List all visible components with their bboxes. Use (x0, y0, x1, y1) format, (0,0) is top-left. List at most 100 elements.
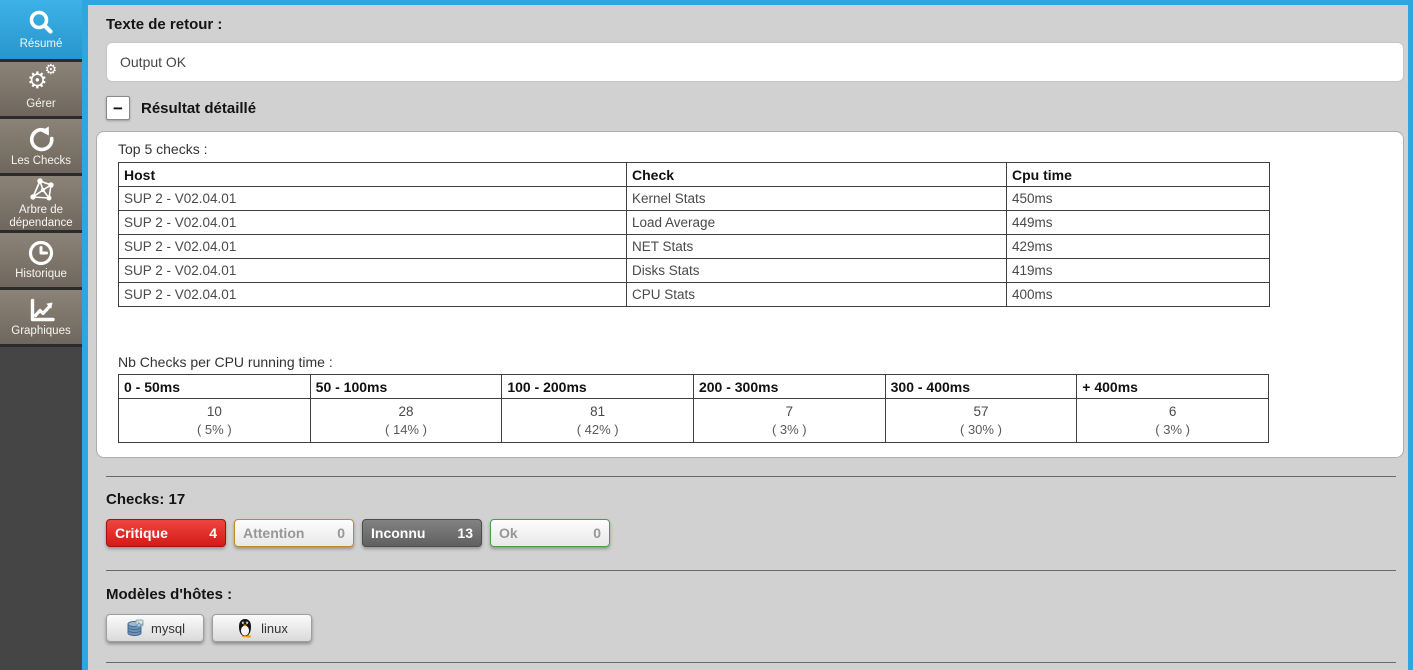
minus-icon: − (113, 100, 123, 117)
sidebar-item-graphiques[interactable]: Graphiques (0, 290, 82, 347)
sidebar-item-label: Arbre de dépendance (0, 204, 82, 230)
separator (106, 476, 1396, 477)
main-content: Texte de retour : − Résultat détaillé To… (88, 5, 1408, 670)
check-percent: ( 3% ) (1082, 422, 1263, 437)
cell-count-percent: 7 ( 3% ) (693, 399, 885, 443)
cell-cpu-time: 450ms (1007, 187, 1270, 211)
check-count: 57 (891, 404, 1072, 419)
check-count: 7 (699, 404, 880, 419)
status-badges: Critique 4 Attention 0 Inconnu 13 Ok 0 (106, 519, 610, 547)
badge-ok[interactable]: Ok 0 (490, 519, 610, 547)
sidebar-item-label: Historique (13, 268, 69, 281)
check-percent: ( 5% ) (124, 422, 305, 437)
badge-label: Attention (243, 525, 304, 541)
column-header-range: 200 - 300ms (693, 375, 885, 399)
app-frame: Résumé ⚙⚙ Gérer Les Checks (0, 0, 1413, 670)
template-button-linux[interactable]: linux (212, 614, 312, 642)
column-header-range: 0 - 50ms (119, 375, 311, 399)
template-label: mysql (151, 621, 185, 636)
top-checks-title: Top 5 checks : (118, 141, 208, 157)
cpu-distribution-title: Nb Checks per CPU running time : (118, 354, 333, 370)
check-count: 81 (507, 404, 688, 419)
check-percent: ( 42% ) (507, 422, 688, 437)
badge-count: 13 (457, 525, 473, 541)
table-row: SUP 2 - V02.04.01 CPU Stats 400ms (119, 283, 1270, 307)
detail-title: Résultat détaillé (141, 100, 256, 117)
table-row: SUP 2 - V02.04.01 Kernel Stats 450ms (119, 187, 1270, 211)
badge-critical[interactable]: Critique 4 (106, 519, 226, 547)
sidebar: Résumé ⚙⚙ Gérer Les Checks (0, 5, 88, 670)
sidebar-item-label: Les Checks (9, 155, 73, 168)
column-header-check: Check (627, 163, 1007, 187)
cell-host: SUP 2 - V02.04.01 (119, 235, 627, 259)
check-count: 6 (1082, 404, 1263, 419)
sidebar-item-historique[interactable]: Historique (0, 233, 82, 290)
column-header-host: Host (119, 163, 627, 187)
badge-count: 0 (337, 525, 345, 541)
clock-icon (27, 239, 55, 267)
host-templates-title: Modèles d'hôtes : (106, 586, 232, 603)
cell-count-percent: 81 ( 42% ) (502, 399, 694, 443)
cell-host: SUP 2 - V02.04.01 (119, 283, 627, 307)
sidebar-item-arbre-de-dependance[interactable]: Arbre de dépendance (0, 176, 82, 233)
cell-check: CPU Stats (627, 283, 1007, 307)
check-count: 10 (124, 404, 305, 419)
separator (106, 662, 1396, 663)
detail-panel: Top 5 checks : Host Check Cpu time SUP 2… (96, 131, 1404, 458)
column-header-cpu-time: Cpu time (1007, 163, 1270, 187)
detail-header: − Résultat détaillé (106, 96, 256, 120)
table-row: SUP 2 - V02.04.01 Load Average 449ms (119, 211, 1270, 235)
template-label: linux (261, 621, 288, 636)
column-header-range: 50 - 100ms (310, 375, 502, 399)
badge-label: Ok (499, 525, 518, 541)
sidebar-item-label: Graphiques (9, 325, 72, 338)
sidebar-item-gerer[interactable]: ⚙⚙ Gérer (0, 62, 82, 119)
sidebar-item-label: Gérer (24, 98, 57, 111)
network-icon (27, 176, 56, 203)
cell-check: NET Stats (627, 235, 1007, 259)
sidebar-item-resume[interactable]: Résumé (0, 0, 82, 62)
database-icon (125, 619, 144, 638)
output-field[interactable] (106, 42, 1404, 82)
checks-count-title: Checks: 17 (106, 491, 185, 508)
column-header-range: 100 - 200ms (502, 375, 694, 399)
gears-icon: ⚙⚙ (24, 67, 58, 97)
chart-icon (26, 296, 56, 324)
cell-cpu-time: 429ms (1007, 235, 1270, 259)
host-template-buttons: mysql linux (106, 614, 312, 642)
check-percent: ( 14% ) (316, 422, 497, 437)
column-header-range: + 400ms (1077, 375, 1269, 399)
output-label: Texte de retour : (106, 16, 222, 33)
badge-unknown[interactable]: Inconnu 13 (362, 519, 482, 547)
cpu-distribution-table: 0 - 50ms 50 - 100ms 100 - 200ms 200 - 30… (118, 374, 1269, 443)
cell-check: Kernel Stats (627, 187, 1007, 211)
refresh-icon (26, 125, 56, 154)
cell-host: SUP 2 - V02.04.01 (119, 259, 627, 283)
column-header-range: 300 - 400ms (885, 375, 1077, 399)
badge-warning[interactable]: Attention 0 (234, 519, 354, 547)
table-header-row: 0 - 50ms 50 - 100ms 100 - 200ms 200 - 30… (119, 375, 1269, 399)
cell-cpu-time: 400ms (1007, 283, 1270, 307)
cell-cpu-time: 449ms (1007, 211, 1270, 235)
table-header-row: Host Check Cpu time (119, 163, 1270, 187)
badge-count: 4 (209, 525, 217, 541)
search-icon (26, 9, 56, 37)
cell-host: SUP 2 - V02.04.01 (119, 211, 627, 235)
cell-count-percent: 10 ( 5% ) (119, 399, 311, 443)
separator (106, 570, 1396, 571)
badge-label: Critique (115, 525, 168, 541)
sidebar-item-label: Résumé (18, 38, 65, 51)
check-percent: ( 30% ) (891, 422, 1072, 437)
check-percent: ( 3% ) (699, 422, 880, 437)
cell-count-percent: 28 ( 14% ) (310, 399, 502, 443)
table-row: SUP 2 - V02.04.01 Disks Stats 419ms (119, 259, 1270, 283)
table-row: SUP 2 - V02.04.01 NET Stats 429ms (119, 235, 1270, 259)
badge-label: Inconnu (371, 525, 425, 541)
check-count: 28 (316, 404, 497, 419)
top-checks-table: Host Check Cpu time SUP 2 - V02.04.01 Ke… (118, 162, 1270, 307)
table-row: 10 ( 5% ) 28 ( 14% ) 81 ( 42% ) 7 (119, 399, 1269, 443)
template-button-mysql[interactable]: mysql (106, 614, 204, 642)
sidebar-item-les-checks[interactable]: Les Checks (0, 119, 82, 176)
cell-cpu-time: 419ms (1007, 259, 1270, 283)
collapse-button[interactable]: − (106, 96, 130, 120)
